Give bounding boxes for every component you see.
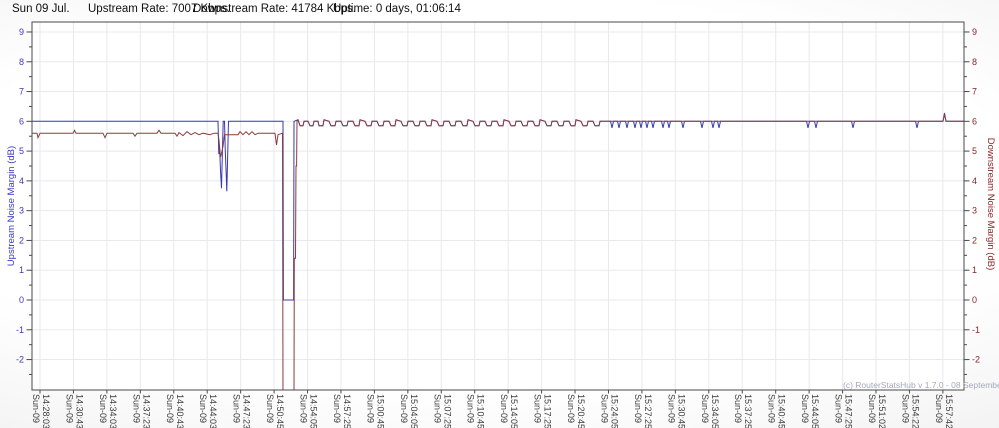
x-label-time: 15:04:05 bbox=[409, 394, 419, 428]
y-axis-right: 9 8 7 6 5 4 3 2 1 0 -1 -2 bbox=[964, 27, 980, 375]
x-label-time: 14:30:43 bbox=[74, 394, 84, 428]
x-label-time: 15:37:25 bbox=[743, 394, 753, 428]
svg-text:2: 2 bbox=[19, 235, 24, 245]
x-label-time: 14:44:03 bbox=[208, 394, 218, 428]
x-label-time: 15:07:25 bbox=[442, 394, 452, 428]
watermark-text: (c) RouterStatsHub v 1.7.0 - 08 Septembe bbox=[843, 380, 999, 390]
svg-text:4: 4 bbox=[19, 176, 24, 186]
x-label-time: 15:10:45 bbox=[476, 394, 486, 428]
x-label-time: 14:47:23 bbox=[242, 394, 252, 428]
x-label-day: Sun-09 bbox=[98, 394, 108, 423]
svg-text:6: 6 bbox=[19, 116, 24, 126]
svg-text:6: 6 bbox=[972, 116, 977, 126]
svg-text:3: 3 bbox=[19, 206, 24, 216]
x-label-day: Sun-09 bbox=[599, 394, 609, 423]
x-label-day: Sun-09 bbox=[867, 394, 877, 423]
x-label-day: Sun-09 bbox=[700, 394, 710, 423]
x-label-day: Sun-09 bbox=[934, 394, 944, 423]
svg-text:8: 8 bbox=[972, 57, 977, 67]
x-label-time: 15:47:25 bbox=[844, 394, 854, 428]
svg-text:3: 3 bbox=[972, 206, 977, 216]
router-stats-window: Sun 09 Jul. Upstream Rate: 7007 Kbps. Do… bbox=[0, 0, 999, 428]
svg-text:1: 1 bbox=[972, 265, 977, 275]
svg-text:9: 9 bbox=[19, 27, 24, 37]
x-label-time: 14:28:03 bbox=[41, 394, 51, 428]
x-label-time: 14:54:05 bbox=[309, 394, 319, 428]
svg-text:7: 7 bbox=[972, 87, 977, 97]
x-label-day: Sun-09 bbox=[299, 394, 309, 423]
svg-text:4: 4 bbox=[972, 176, 977, 186]
x-label-day: Sun-09 bbox=[399, 394, 409, 423]
x-label-time: 15:30:45 bbox=[676, 394, 686, 428]
x-label-time: 14:37:23 bbox=[141, 394, 151, 428]
x-label-time: 15:34:05 bbox=[710, 394, 720, 428]
svg-text:8: 8 bbox=[19, 57, 24, 67]
x-label-time: 15:40:45 bbox=[777, 394, 787, 428]
x-label-day: Sun-09 bbox=[131, 394, 141, 423]
x-label-time: 15:00:45 bbox=[375, 394, 385, 428]
x-label-day: Sun-09 bbox=[64, 394, 74, 423]
svg-text:0: 0 bbox=[19, 295, 24, 305]
plot-area bbox=[32, 22, 964, 390]
x-label-day: Sun-09 bbox=[633, 394, 643, 423]
svg-text:-2: -2 bbox=[16, 355, 24, 365]
right-axis-title: Downstream Noise Margin (dB) bbox=[985, 138, 996, 271]
x-label-day: Sun-09 bbox=[432, 394, 442, 423]
x-label-time: 15:14:05 bbox=[509, 394, 519, 428]
x-label-day: Sun-09 bbox=[31, 394, 41, 423]
x-label-day: Sun-09 bbox=[767, 394, 777, 423]
x-label-time: 15:54:22 bbox=[910, 394, 920, 428]
x-label-day: Sun-09 bbox=[666, 394, 676, 423]
x-label-time: 14:40:43 bbox=[175, 394, 185, 428]
x-label-time: 15:27:25 bbox=[643, 394, 653, 428]
y-axis-left: 9 8 7 6 5 4 3 2 1 0 -1 -2 bbox=[16, 27, 32, 375]
svg-text:7: 7 bbox=[19, 87, 24, 97]
svg-text:-1: -1 bbox=[972, 325, 980, 335]
x-label-time: 15:24:05 bbox=[609, 394, 619, 428]
x-label-day: Sun-09 bbox=[466, 394, 476, 423]
svg-text:5: 5 bbox=[972, 146, 977, 156]
x-label-day: Sun-09 bbox=[800, 394, 810, 423]
x-label-time: 14:57:25 bbox=[342, 394, 352, 428]
x-label-time: 15:17:25 bbox=[543, 394, 553, 428]
x-label-time: 14:50:45 bbox=[275, 394, 285, 428]
svg-text:0: 0 bbox=[972, 295, 977, 305]
x-label-day: Sun-09 bbox=[165, 394, 175, 423]
x-label-day: Sun-09 bbox=[232, 394, 242, 423]
x-label-time: 14:34:03 bbox=[108, 394, 118, 428]
x-label-time: 15:57:42 bbox=[944, 394, 954, 428]
x-label-day: Sun-09 bbox=[265, 394, 275, 423]
x-label-day: Sun-09 bbox=[566, 394, 576, 423]
svg-text:5: 5 bbox=[19, 146, 24, 156]
svg-text:1: 1 bbox=[19, 265, 24, 275]
x-label-time: 15:44:05 bbox=[810, 394, 820, 428]
x-label-day: Sun-09 bbox=[198, 394, 208, 423]
svg-text:2: 2 bbox=[972, 235, 977, 245]
x-label-day: Sun-09 bbox=[499, 394, 509, 423]
x-label-day: Sun-09 bbox=[900, 394, 910, 423]
noise-margin-chart: 9876543210-1-29876543210-1-2Sun-09 14:28:… bbox=[6, 21, 996, 428]
x-label-time: 15:51:02 bbox=[877, 394, 887, 428]
x-axis-labels: Sun-09 14:28:03 Sun-09 14:30:43 Sun-09 14:34:… bbox=[31, 390, 954, 428]
x-label-time: 15:20:45 bbox=[576, 394, 586, 428]
x-label-day: Sun-09 bbox=[834, 394, 844, 423]
svg-text:9: 9 bbox=[972, 27, 977, 37]
x-label-day: Sun-09 bbox=[533, 394, 543, 423]
svg-text:-2: -2 bbox=[972, 355, 980, 365]
svg-text:-1: -1 bbox=[16, 325, 24, 335]
left-axis-title: Upstream Noise Margin (dB) bbox=[6, 146, 17, 266]
x-label-day: Sun-09 bbox=[733, 394, 743, 423]
x-label-day: Sun-09 bbox=[365, 394, 375, 423]
x-label-day: Sun-09 bbox=[332, 394, 342, 423]
